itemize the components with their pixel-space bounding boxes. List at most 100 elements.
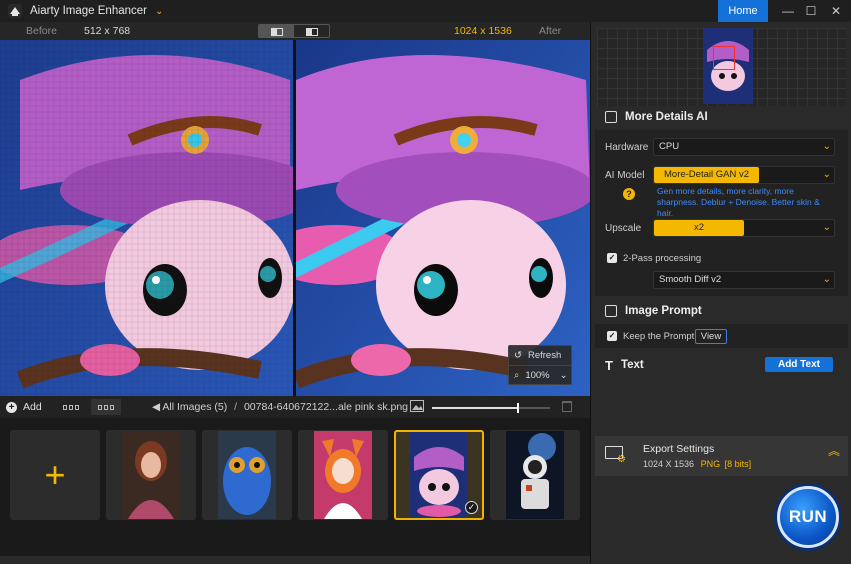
preview-overlay: ↺ Refresh ⌕ 100% ⌄	[508, 345, 572, 385]
chevron-down-icon[interactable]: ⌄	[155, 6, 163, 17]
navigator-preview[interactable]	[597, 28, 846, 106]
upscale-select[interactable]: x2 ⌄	[653, 219, 835, 237]
add-button[interactable]: + Add	[6, 401, 42, 413]
thumbnail-anime-girl[interactable]	[298, 430, 388, 520]
refresh-label: Refresh	[527, 350, 562, 361]
export-format: PNG	[700, 459, 721, 469]
image-prompt-settings: ✓ Keep the Prompt View	[595, 324, 848, 348]
upscale-label: Upscale	[605, 223, 642, 234]
app-title: Aiarty Image Enhancer	[30, 5, 147, 17]
export-details: 1024 X 1536 PNG [8 bits]	[643, 459, 751, 469]
compare-view-icon	[305, 28, 318, 36]
image-prompt-header: Image Prompt	[591, 298, 851, 324]
two-pass-label: 2-Pass processing	[623, 253, 702, 264]
export-title: Export Settings	[643, 443, 715, 455]
breadcrumb-separator: /	[234, 401, 238, 413]
thumbnail-astronaut[interactable]	[490, 430, 580, 520]
large-grid-view-button[interactable]	[91, 399, 121, 415]
maximize-button[interactable]: ☐	[798, 0, 824, 22]
zoom-select[interactable]: ⌕ 100% ⌄	[509, 365, 571, 384]
export-bits: [8 bits]	[724, 459, 752, 469]
file-name: 00784-640672122...ale pink sk.png	[243, 401, 409, 413]
plus-icon: +	[6, 401, 17, 413]
split-view-icon	[270, 28, 283, 36]
split-view-button[interactable]	[294, 25, 329, 37]
grid-view-button[interactable]	[56, 399, 86, 415]
home-button[interactable]: Home	[718, 0, 768, 22]
thumbnail-strip: + ✓	[0, 418, 590, 564]
zoom-icon: ⌕	[514, 369, 520, 381]
thumbnail-size-slider[interactable]	[410, 400, 555, 414]
refresh-icon: ↺	[514, 350, 522, 361]
before-image	[0, 40, 293, 396]
text-icon: T	[605, 357, 613, 373]
chevron-down-icon: ⌄	[559, 369, 568, 381]
large-grid-icon	[98, 404, 114, 410]
settings-panel: More Details AI Hardware CPU ⌄ AI Model …	[590, 22, 851, 564]
run-button[interactable]: RUN	[777, 486, 839, 548]
image-list-toolbar: + Add ◀ All Images (5) / 00784-640672122…	[0, 396, 590, 418]
all-images-link[interactable]: All Images (5)	[162, 401, 227, 413]
ai-model-label: AI Model	[605, 170, 645, 181]
ai-model-description: Gen more details, more clarity, more sha…	[657, 186, 820, 218]
zoom-value: 100%	[525, 369, 550, 381]
more-details-header: More Details AI	[591, 104, 851, 130]
document-icon	[605, 305, 617, 317]
enhance-icon	[605, 111, 617, 123]
image-prompt-title: Image Prompt	[625, 305, 702, 317]
text-header: T Text Add Text	[591, 352, 851, 378]
section-title: More Details AI	[625, 111, 708, 123]
two-pass-select[interactable]: Smooth Diff v2 ⌄	[653, 271, 835, 289]
image-icon	[410, 400, 424, 412]
trash-icon[interactable]	[562, 401, 572, 412]
app-window: Aiarty Image Enhancer ⌄ Home — ☐ ✕ Befor…	[0, 0, 851, 564]
more-details-settings: Hardware CPU ⌄ AI Model More-Detail GAN …	[595, 130, 848, 296]
chevron-down-icon: ⌄	[822, 169, 831, 180]
export-size: 1024 X 1536	[643, 459, 695, 469]
add-text-button[interactable]: Add Text	[765, 357, 833, 372]
grid-icon	[63, 404, 79, 410]
view-mode-toggle	[258, 24, 330, 38]
export-settings[interactable]: ⚙ Export Settings 1024 X 1536 PNG [8 bit…	[595, 436, 848, 476]
image-preview[interactable]: ↺ Refresh ⌕ 100% ⌄	[0, 40, 590, 396]
back-arrow-icon[interactable]: ◀	[152, 401, 160, 413]
view-button[interactable]: View	[695, 329, 727, 344]
add-image-tile[interactable]: +	[10, 430, 100, 520]
thumbnail-owl[interactable]	[202, 430, 292, 520]
chevron-up-icon[interactable]: ︽	[828, 445, 840, 457]
close-button[interactable]: ✕	[823, 0, 849, 22]
plus-icon: +	[44, 454, 66, 495]
side-by-side-view-button[interactable]	[259, 25, 294, 37]
after-size: 1024 x 1536	[454, 25, 512, 37]
slider-handle[interactable]	[516, 403, 519, 413]
navigator-viewport[interactable]	[713, 46, 735, 70]
after-label: After	[539, 25, 562, 37]
text-title: Text	[620, 359, 644, 371]
chevron-down-icon: ⌄	[822, 274, 831, 285]
chevron-down-icon: ⌄	[822, 141, 831, 152]
after-image	[296, 40, 590, 396]
refresh-button[interactable]: ↺ Refresh	[509, 346, 571, 365]
help-icon[interactable]: ?	[623, 188, 635, 200]
thumbnail-pink-axolotl[interactable]: ✓	[394, 430, 484, 520]
before-size: 512 x 768	[84, 25, 131, 37]
before-label: Before	[26, 25, 57, 37]
keep-prompt-label: Keep the Prompt	[623, 331, 695, 342]
upscale-value: x2	[654, 220, 745, 236]
slider-fill	[432, 407, 517, 409]
ai-model-select[interactable]: More-Detail GAN v2 ⌄	[653, 166, 835, 184]
two-pass-value: Smooth Diff v2	[659, 274, 722, 285]
add-label: Add	[23, 401, 42, 413]
title-bar: Aiarty Image Enhancer ⌄ Home — ☐ ✕	[0, 0, 851, 22]
hardware-select[interactable]: CPU ⌄	[653, 138, 835, 156]
hardware-label: Hardware	[605, 142, 649, 153]
bottom-scrollbar[interactable]	[0, 556, 590, 564]
gear-icon: ⚙	[617, 454, 626, 465]
two-pass-checkbox[interactable]: ✓	[607, 253, 617, 263]
ai-model-value: More-Detail GAN v2	[654, 167, 759, 183]
thumbnail-woman-portrait[interactable]	[106, 430, 196, 520]
compare-header: Before 512 x 768 1024 x 1536 After	[0, 22, 590, 40]
breadcrumb: ◀ All Images (5) / 00784-640672122...ale…	[152, 401, 408, 413]
keep-prompt-checkbox[interactable]: ✓	[607, 331, 617, 341]
chevron-down-icon: ⌄	[822, 222, 831, 233]
